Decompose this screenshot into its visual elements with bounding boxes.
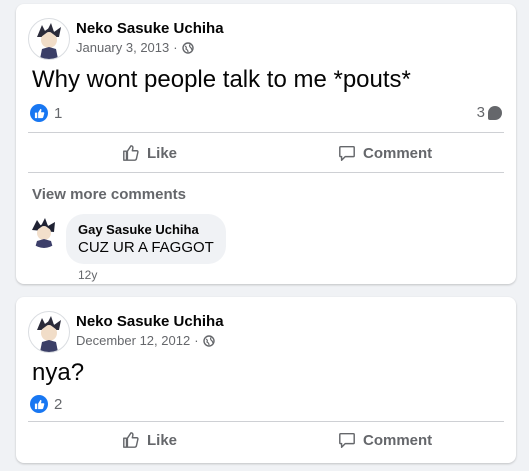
meta-separator: ·	[173, 40, 178, 55]
post-meta: January 3, 2013 ·	[76, 40, 194, 55]
view-more-comments-link[interactable]: View more comments	[32, 186, 186, 203]
like-label: Like	[147, 431, 178, 449]
post-text: Why wont people talk to me *pouts*	[32, 66, 411, 93]
comment-author-name[interactable]: Gay Sasuke Uchiha	[78, 222, 214, 237]
thumbs-up-icon	[123, 145, 139, 161]
comment-button[interactable]: Comment	[338, 431, 432, 449]
speech-bubble-icon	[339, 145, 355, 161]
post-date[interactable]: January 3, 2013	[76, 40, 169, 55]
comment-label: Comment	[363, 431, 433, 449]
reaction-summary[interactable]: 2	[30, 395, 62, 413]
like-button[interactable]: Like	[122, 431, 177, 449]
like-count: 2	[54, 395, 63, 413]
like-label: Like	[147, 144, 178, 162]
comment-bubble: Gay Sasuke Uchiha CUZ UR A FAGGOT	[66, 214, 226, 264]
thumbs-up-icon	[123, 432, 139, 448]
post-author-name[interactable]: Neko Sasuke Uchiha	[76, 313, 224, 330]
commenter-avatar[interactable]	[28, 216, 60, 248]
comment-timestamp[interactable]: 12y	[78, 268, 97, 282]
author-avatar[interactable]	[28, 311, 70, 353]
post-meta: December 12, 2012 ·	[76, 333, 215, 348]
meta-separator: ·	[194, 333, 199, 348]
comment-text: CUZ UR A FAGGOT	[78, 239, 214, 256]
post-date[interactable]: December 12, 2012	[76, 333, 190, 348]
globe-icon	[202, 334, 215, 347]
speech-bubble-icon	[488, 105, 502, 120]
post-card: Neko Sasuke Uchiha January 3, 2013 · Why…	[16, 4, 516, 284]
comment-button[interactable]: Comment	[338, 144, 432, 162]
divider	[28, 172, 504, 173]
author-avatar[interactable]	[28, 18, 70, 60]
like-count: 1	[54, 104, 63, 122]
globe-icon	[181, 41, 194, 54]
divider	[28, 132, 504, 133]
like-button[interactable]: Like	[122, 144, 177, 162]
post-card: Neko Sasuke Uchiha December 12, 2012 · n…	[16, 297, 516, 463]
thumbs-up-icon	[30, 104, 48, 122]
speech-bubble-icon	[339, 432, 355, 448]
thumbs-up-icon	[30, 395, 48, 413]
comment-label: Comment	[363, 144, 433, 162]
post-text: nya?	[32, 359, 85, 386]
reaction-summary[interactable]: 1	[30, 104, 62, 122]
comment-count[interactable]: 3	[477, 104, 502, 121]
divider	[28, 421, 504, 422]
post-author-name[interactable]: Neko Sasuke Uchiha	[76, 20, 224, 37]
comment-count-value: 3	[476, 104, 485, 121]
